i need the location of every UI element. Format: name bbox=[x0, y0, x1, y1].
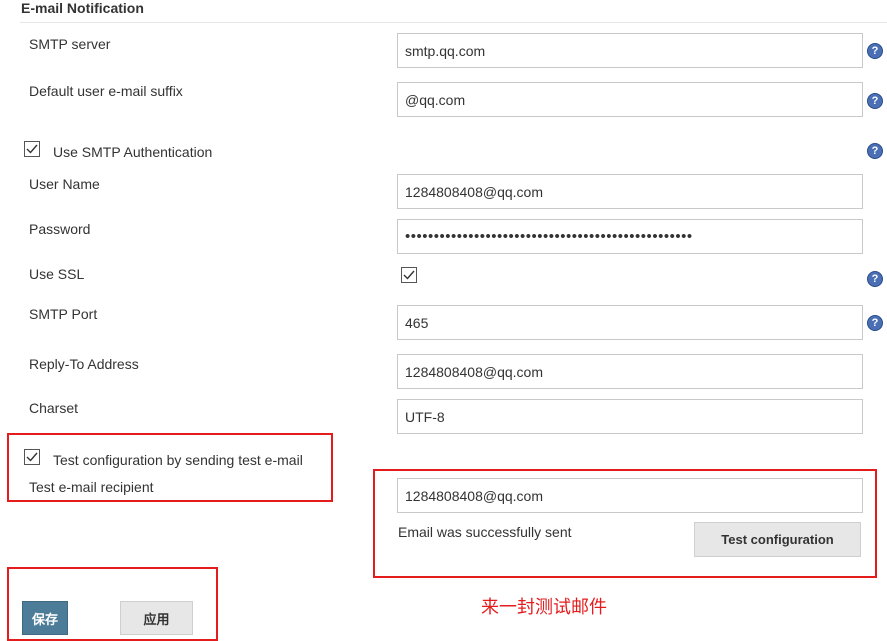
reply-to-input[interactable] bbox=[397, 354, 863, 389]
smtp-port-help-icon[interactable]: ? bbox=[867, 315, 883, 331]
password-label: Password bbox=[29, 221, 91, 237]
use-ssl-help-icon[interactable]: ? bbox=[867, 271, 883, 287]
charset-label: Charset bbox=[29, 400, 79, 416]
smtp-server-input[interactable] bbox=[397, 33, 863, 68]
smtp-port-input[interactable] bbox=[397, 305, 863, 340]
charset-input[interactable] bbox=[397, 399, 863, 434]
test-config-label: Test configuration by sending test e-mai… bbox=[53, 452, 303, 468]
test-config-checkbox[interactable] bbox=[24, 449, 40, 465]
use-ssl-label: Use SSL bbox=[29, 266, 85, 282]
annotation-text: 来一封测试邮件 bbox=[481, 597, 607, 618]
smtp-server-help-icon[interactable]: ? bbox=[867, 43, 883, 59]
test-status-message: Email was successfully sent bbox=[398, 524, 572, 540]
reply-to-label: Reply-To Address bbox=[29, 356, 139, 372]
test-configuration-button[interactable]: Test configuration bbox=[694, 522, 861, 557]
smtp-auth-label: Use SMTP Authentication bbox=[53, 144, 213, 160]
use-ssl-checkbox[interactable] bbox=[401, 267, 417, 283]
checkmark-icon bbox=[26, 144, 38, 154]
email-suffix-help-icon[interactable]: ? bbox=[867, 93, 883, 109]
smtp-port-label: SMTP Port bbox=[29, 306, 98, 322]
smtp-auth-checkbox[interactable] bbox=[24, 141, 40, 157]
section-title: E-mail Notification bbox=[21, 0, 144, 16]
user-name-label: User Name bbox=[29, 176, 100, 192]
checkmark-icon bbox=[26, 452, 38, 462]
apply-button[interactable]: 应用 bbox=[120, 601, 193, 635]
smtp-auth-help-icon[interactable]: ? bbox=[867, 143, 883, 159]
smtp-server-label: SMTP server bbox=[29, 36, 111, 52]
email-suffix-input[interactable] bbox=[397, 82, 863, 117]
checkmark-icon bbox=[403, 270, 415, 280]
test-recipient-input[interactable] bbox=[397, 478, 863, 513]
test-recipient-label: Test e-mail recipient bbox=[29, 479, 154, 495]
save-button[interactable]: 保存 bbox=[22, 601, 68, 635]
password-input[interactable] bbox=[397, 219, 863, 254]
email-suffix-label: Default user e-mail suffix bbox=[29, 83, 183, 99]
user-name-input[interactable] bbox=[397, 174, 863, 209]
section-divider bbox=[20, 22, 887, 23]
